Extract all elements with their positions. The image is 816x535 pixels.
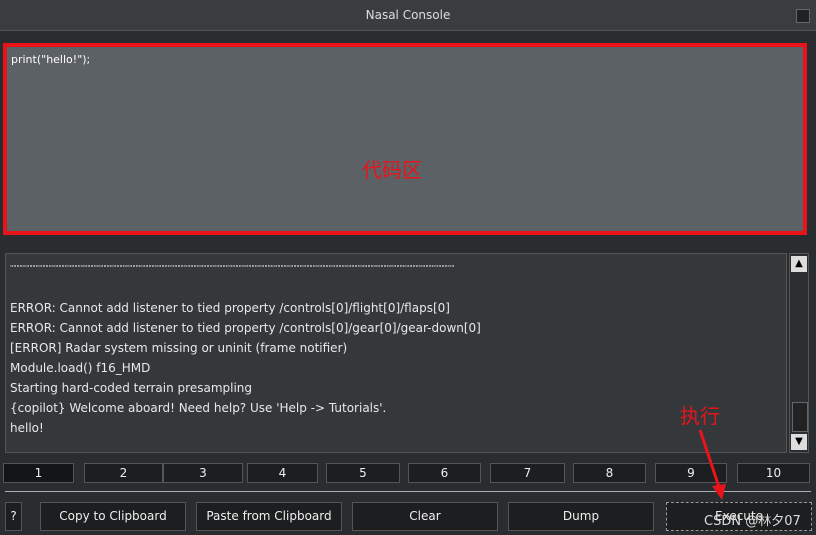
tab-8[interactable]: 8 [573, 463, 646, 483]
log-line: hello! [10, 421, 44, 435]
tab-10[interactable]: 10 [737, 463, 810, 483]
output-log: """"""""""""""""""""""""""""""""""""""""… [5, 253, 787, 453]
execute-annotation: 执行 [680, 404, 720, 428]
paste-from-clipboard-button[interactable]: Paste from Clipboard [196, 502, 342, 531]
tab-1[interactable]: 1 [3, 463, 74, 483]
tab-2[interactable]: 2 [84, 463, 163, 483]
log-line: """"""""""""""""""""""""""""""""""""""""… [10, 264, 455, 272]
tab-5[interactable]: 5 [326, 463, 400, 483]
help-button[interactable]: ? [5, 502, 22, 531]
code-area-annotation: 代码区 [362, 158, 422, 182]
tab-7[interactable]: 7 [490, 463, 565, 483]
log-line: ERROR: Cannot add listener to tied prope… [10, 301, 450, 315]
dump-button[interactable]: Dump [508, 502, 654, 531]
watermark: CSDN @林夕07 [704, 514, 801, 529]
close-button[interactable] [796, 9, 810, 23]
tab-4[interactable]: 4 [247, 463, 318, 483]
log-line: Starting hard-coded terrain presampling [10, 381, 253, 395]
scroll-up-icon[interactable]: ▲ [791, 256, 807, 272]
log-line: Module.load() f16_HMD [10, 361, 151, 375]
clear-button[interactable]: Clear [352, 502, 498, 531]
annotation-arrow-icon [698, 429, 726, 500]
scroll-down-icon[interactable]: ▼ [791, 434, 807, 450]
tab-3[interactable]: 3 [163, 463, 243, 483]
scrollbar-thumb[interactable] [792, 402, 808, 432]
window-title: Nasal Console [0, 0, 816, 31]
log-line: [ERROR] Radar system missing or uninit (… [10, 341, 348, 355]
tab-6[interactable]: 6 [408, 463, 481, 483]
log-line: ERROR: Cannot add listener to tied prope… [10, 321, 481, 335]
code-editor[interactable]: print("hello!"); [3, 43, 807, 235]
log-line: {copilot} Welcome aboard! Need help? Use… [10, 401, 387, 415]
copy-to-clipboard-button[interactable]: Copy to Clipboard [40, 502, 186, 531]
output-scrollbar[interactable]: ▲ ▼ [789, 253, 809, 453]
